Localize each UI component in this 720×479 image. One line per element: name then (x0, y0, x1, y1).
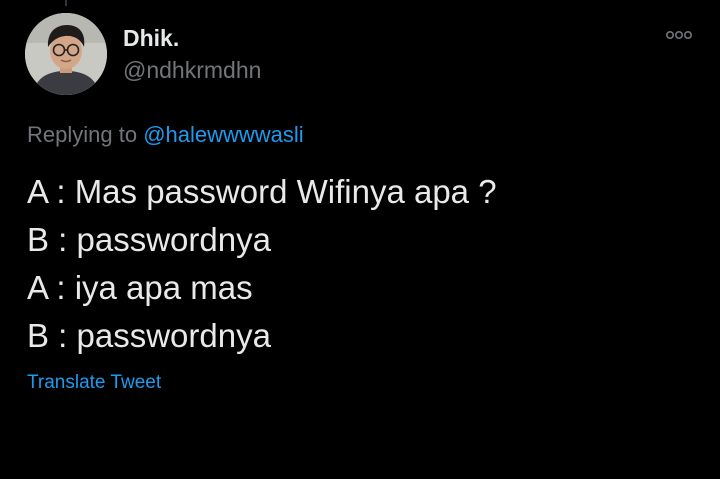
user-avatar-icon (25, 13, 107, 95)
author-handle[interactable]: @ndhkrmdhn (123, 56, 261, 84)
translate-tweet-link[interactable]: Translate Tweet (27, 369, 161, 397)
tweet-line: A : Mas password Wifinya apa ? (27, 173, 497, 210)
tweet-line: B : passwordnya (27, 317, 271, 354)
replying-to-prefix: Replying to (27, 122, 138, 147)
thread-connector-line (65, 0, 67, 6)
tweet-line: A : iya apa mas (27, 269, 253, 306)
more-options-icon[interactable] (664, 26, 694, 44)
replying-to-mention-link[interactable]: @halewwwwasli (143, 122, 304, 147)
author-display-name[interactable]: Dhik. (123, 24, 179, 52)
tweet-text: A : Mas password Wifinya apa ? B : passw… (27, 168, 707, 360)
replying-to-line: Replying to @halewwwwasli (27, 120, 304, 150)
avatar[interactable] (25, 13, 107, 95)
tweet-line: B : passwordnya (27, 221, 271, 258)
